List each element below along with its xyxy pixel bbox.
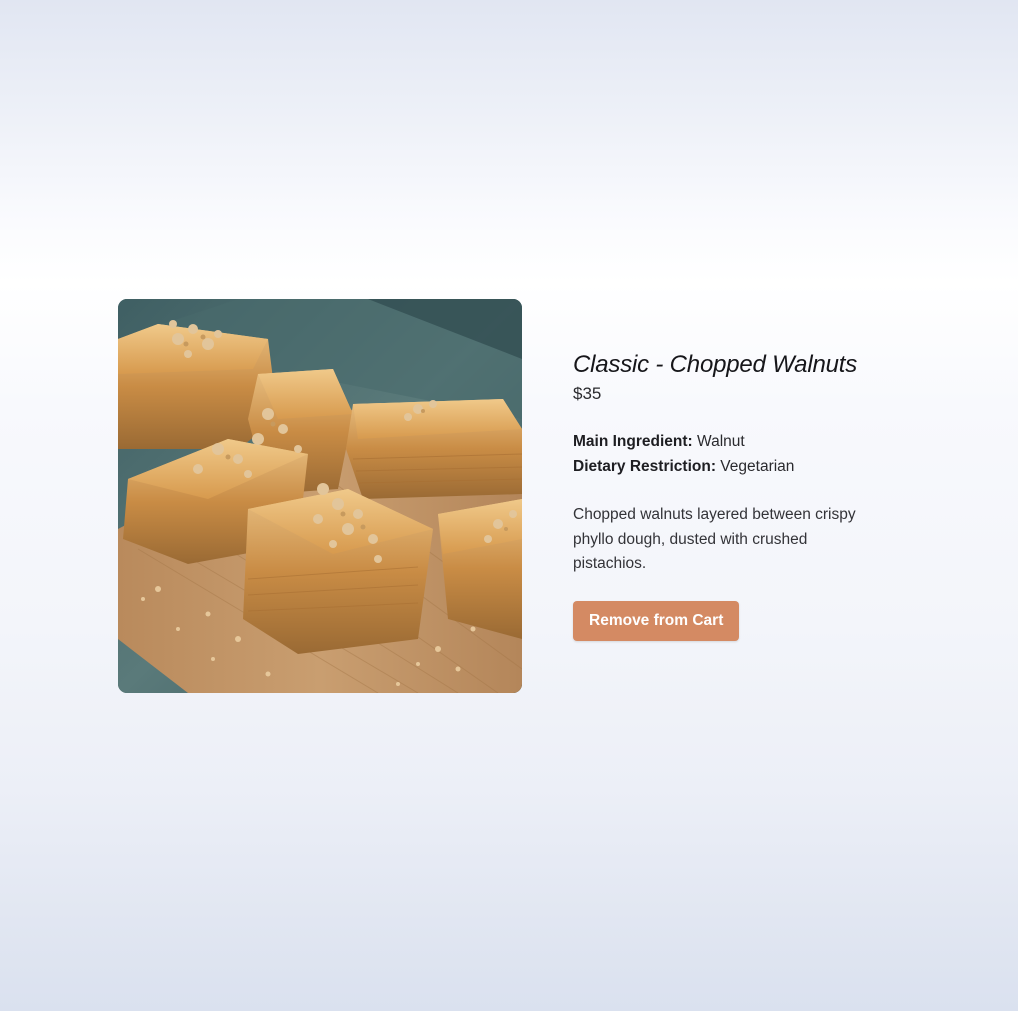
product-title: Classic - Chopped Walnuts <box>573 351 858 378</box>
attribute-value: Vegetarian <box>720 457 795 475</box>
baklava-photo <box>118 299 522 693</box>
attribute-label: Dietary Restriction: <box>573 457 716 475</box>
attribute-dietary-restriction: Dietary Restriction: Vegetarian <box>573 455 893 480</box>
attribute-label: Main Ingredient: <box>573 433 693 450</box>
product-attributes: Main Ingredient: Walnut Dietary Restrict… <box>573 430 893 479</box>
product-image <box>118 299 522 693</box>
product-card: Classic - Chopped Walnuts $35 Main Ingre… <box>118 299 900 693</box>
attribute-main-ingredient: Main Ingredient: Walnut <box>573 430 893 455</box>
remove-from-cart-button[interactable]: Remove from Cart <box>573 600 740 641</box>
attribute-value: Walnut <box>697 433 745 450</box>
product-price: $35 <box>573 384 602 403</box>
product-info: Classic - Chopped Walnuts $35 Main Ingre… <box>573 349 893 641</box>
product-description: Chopped walnuts layered between crispy p… <box>573 506 856 572</box>
